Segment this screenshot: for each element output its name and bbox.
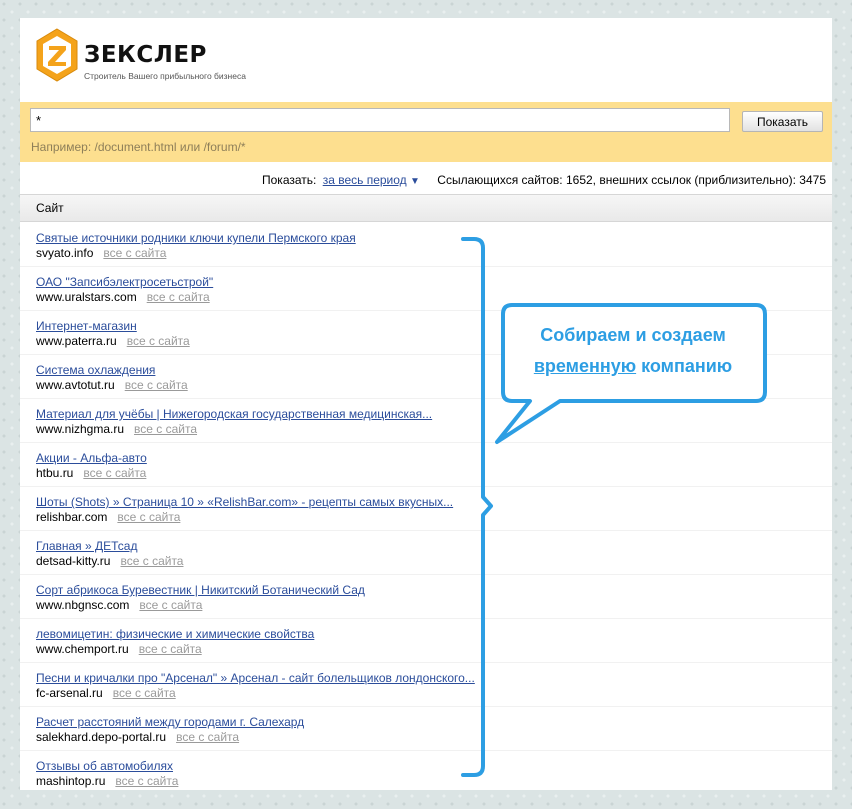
row-all-from-site-link[interactable]: все с сайта: [103, 246, 166, 261]
row-domain: www.uralstars.com: [36, 290, 137, 304]
table-row: Шоты (Shots) » Страница 10 » «RelishBar.…: [20, 487, 832, 531]
row-all-from-site-link[interactable]: все с сайта: [134, 422, 197, 437]
row-title-link[interactable]: Акции - Альфа-авто: [36, 451, 832, 466]
show-button[interactable]: Показать: [742, 111, 823, 132]
search-hint: Например: /document.html или /forum/*: [31, 140, 246, 154]
row-domain: relishbar.com: [36, 510, 108, 524]
row-domain: www.chemport.ru: [36, 642, 129, 656]
annotation-callout-text: Собираем и создаем временную компанию: [504, 320, 762, 382]
brand-tagline: Строитель Вашего прибыльного бизнеса: [84, 71, 246, 81]
search-panel: Показать Например: /document.html или /f…: [20, 102, 832, 162]
row-all-from-site-link[interactable]: все с сайта: [117, 510, 180, 525]
row-domain: www.nbgnsc.com: [36, 598, 130, 612]
row-all-from-site-link[interactable]: все с сайта: [139, 598, 202, 613]
table-row: Песни и кричалки про "Арсенал" » Арсенал…: [20, 663, 832, 707]
row-domain: www.nizhgma.ru: [36, 422, 125, 436]
row-title-link[interactable]: ОАО "Зап­сибэлектросетьстрой": [36, 275, 832, 290]
page-container: ЗЕКСЛЕР Строитель Вашего прибыльного биз…: [20, 18, 832, 790]
row-title-link[interactable]: Материал для учёбы | Нижегородская госуд…: [36, 407, 832, 422]
annotation-underlined-word: временную: [533, 356, 637, 376]
row-all-from-site-link[interactable]: все с сайта: [120, 554, 183, 569]
period-dropdown-icon[interactable]: ▼: [410, 176, 420, 187]
show-label: Показать:: [262, 173, 317, 187]
row-title-link[interactable]: Песни и кричалки про "Арсенал" » Арсенал…: [36, 671, 832, 686]
url-filter-input[interactable]: [30, 108, 730, 132]
row-all-from-site-link[interactable]: все с сайта: [125, 378, 188, 393]
links-summary: Ссылающихся сайтов: 1652, внешних ссылок…: [437, 173, 826, 187]
row-domain: htbu.ru: [36, 466, 74, 480]
row-all-from-site-link[interactable]: все с сайта: [176, 730, 239, 745]
row-domain: salekhard.depo-portal.ru: [36, 730, 167, 744]
table-row: Акции - Альфа-авто htbu.ru все с сайта: [20, 443, 832, 487]
row-title-link[interactable]: левомицетин: физические и химические сво…: [36, 627, 832, 642]
period-link[interactable]: за весь период: [323, 173, 407, 187]
logo-hex-icon: [36, 28, 78, 82]
row-title-link[interactable]: Святые источники родники ключи купели Пе…: [36, 231, 832, 246]
row-all-from-site-link[interactable]: все с сайта: [139, 642, 202, 657]
row-all-from-site-link[interactable]: все с сайта: [113, 686, 176, 701]
table-row: Сорт абрикоса Буревестник | Никитский Бо…: [20, 575, 832, 619]
row-domain: fc-arsenal.ru: [36, 686, 103, 700]
table-row: Материал для учёбы | Нижегородская госуд…: [20, 399, 832, 443]
table-row: Отзывы об автомобилях mashintop.ru все с с…: [20, 751, 832, 790]
site-list: Святые источники родники ключи купели Пе…: [20, 223, 832, 790]
row-domain: svyato.info: [36, 246, 94, 260]
row-domain: www.avtotut.ru: [36, 378, 115, 392]
row-domain: mashintop.ru: [36, 774, 106, 788]
annotation-line2-rest: компанию: [636, 356, 733, 376]
table-row: левомицетин: физические и химические сво…: [20, 619, 832, 663]
row-all-from-site-link[interactable]: все с сайта: [83, 466, 146, 481]
row-title-link[interactable]: Расчет расстояний между городами г. Сале…: [36, 715, 832, 730]
site-logo[interactable]: ЗЕКСЛЕР Строитель Вашего прибыльного биз…: [36, 28, 276, 88]
row-title-link[interactable]: Главная » ДЕТсад: [36, 539, 832, 554]
row-all-from-site-link[interactable]: все с сайта: [147, 290, 210, 305]
row-all-from-site-link[interactable]: все с сайта: [127, 334, 190, 349]
annotation-line2: временную компанию: [504, 351, 762, 382]
row-title-link[interactable]: Отзывы об автомобилях: [36, 759, 832, 774]
brand-name: ЗЕКСЛЕР: [84, 42, 207, 68]
table-row: Главная » ДЕТсад detsad-kitty.ru все с сай…: [20, 531, 832, 575]
table-row: Святые источники родники ключи купели Пе…: [20, 223, 832, 267]
table-header-site[interactable]: Сайт: [20, 194, 832, 222]
row-domain: www.paterra.ru: [36, 334, 117, 348]
filter-line: Показать: за весь период ▼ Ссылающихся с…: [262, 173, 826, 187]
row-all-from-site-link[interactable]: все с сайта: [115, 774, 178, 789]
row-title-link[interactable]: Шоты (Shots) » Страница 10 » «RelishBar.…: [36, 495, 832, 510]
table-row: Расчет расстояний между городами г. Сале…: [20, 707, 832, 751]
table-row: ОАО "Зап­сибэлектросетьстрой" www.uralsta…: [20, 267, 832, 311]
row-title-link[interactable]: Сорт абрикоса Буревестник | Никитский Бо…: [36, 583, 832, 598]
row-domain: detsad-kitty.ru: [36, 554, 111, 568]
annotation-line1: Собираем и создаем: [540, 325, 726, 345]
